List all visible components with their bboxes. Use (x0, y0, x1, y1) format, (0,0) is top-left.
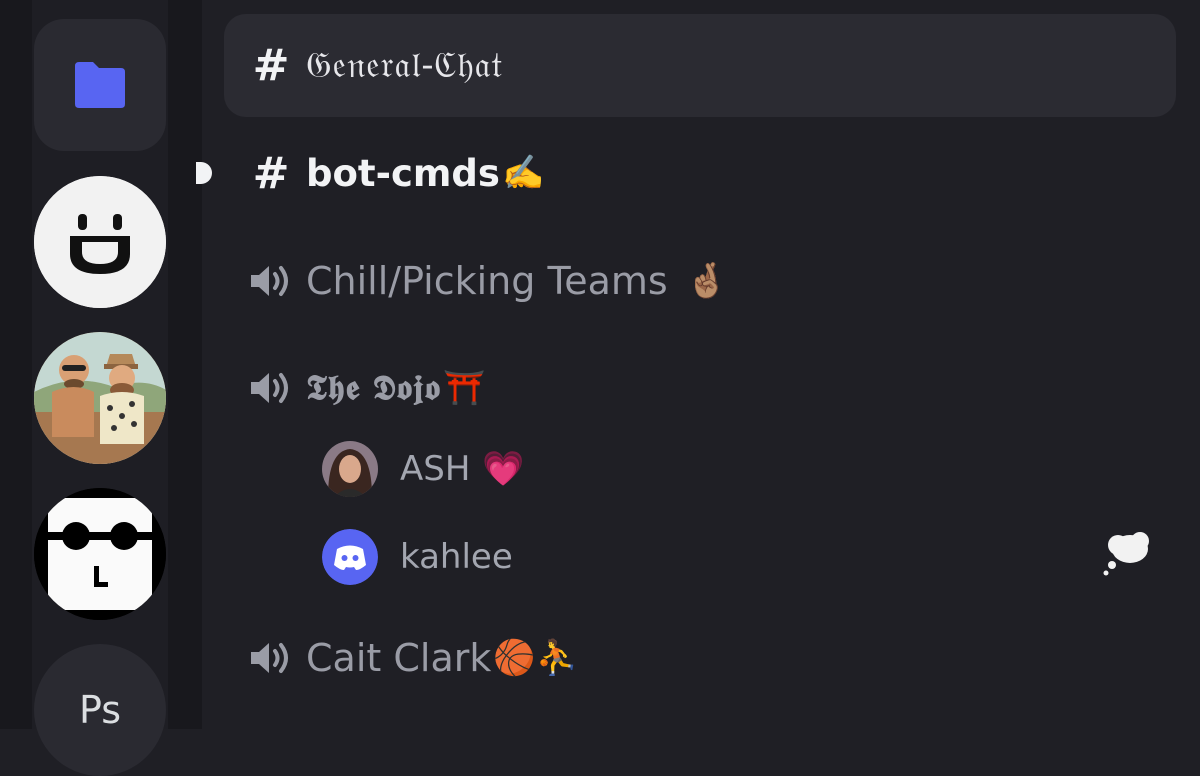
channel-chill-picking-teams[interactable]: Chill/Picking Teams 🤞🏽 (224, 250, 728, 312)
channel-name: 𝔊𝔢𝔫𝔢𝔯𝔞𝔩-ℭ𝔥𝔞𝔱 (306, 44, 504, 86)
illustrated-avatar (34, 332, 166, 464)
server-smile[interactable] (34, 176, 166, 308)
speaker-icon (236, 263, 306, 299)
channel-cait-clark[interactable]: Cait Clark 🏀⛹️ (224, 627, 578, 689)
server-ps-label: Ps (78, 688, 122, 732)
username: ASH (400, 449, 471, 489)
hash-icon: # (252, 40, 290, 91)
unread-indicator (196, 162, 212, 184)
voice-member-kahlee[interactable]: kahlee (322, 529, 513, 585)
server-photo[interactable] (34, 332, 166, 464)
channel-the-dojo[interactable]: 𝕿𝖍𝖊 𝕯𝖔𝖏𝖔 ⛩️ (224, 357, 485, 419)
speaker-icon (236, 640, 306, 676)
channel-emoji: ⛩️ (442, 368, 486, 408)
channel-name: Cait Clark (306, 636, 492, 680)
channel-bot-cmds[interactable]: # bot-cmds ✍️ (224, 143, 545, 203)
channel-emoji: 🏀⛹️ (493, 638, 579, 678)
channel-emoji: ✍️ (501, 153, 545, 193)
server-folder[interactable] (34, 19, 166, 151)
sunglasses-face-icon (34, 488, 166, 620)
channel-name: 𝕿𝖍𝖊 𝕯𝖔𝖏𝖔 (306, 368, 441, 408)
channel-name: Chill/Picking Teams (306, 259, 668, 303)
discord-default-avatar-icon (322, 529, 378, 585)
username: kahlee (400, 537, 513, 577)
channel-general-chat[interactable]: # 𝔊𝔢𝔫𝔢𝔯𝔞𝔩-ℭ𝔥𝔞𝔱 (224, 14, 1176, 117)
folder-icon (75, 62, 125, 108)
smile-face-icon (34, 176, 166, 308)
voice-member-ash[interactable]: ASH 💗 (322, 441, 525, 497)
server-ps[interactable]: Ps (34, 644, 166, 776)
hash-icon: # (252, 147, 290, 199)
user-emoji: 💗 (482, 449, 525, 489)
channel-list: # 𝔊𝔢𝔫𝔢𝔯𝔞𝔩-ℭ𝔥𝔞𝔱 # bot-cmds ✍️ Chill/Picki… (196, 0, 1200, 729)
channel-name: bot-cmds (306, 151, 500, 195)
speaker-icon (236, 370, 306, 406)
server-shades[interactable] (34, 488, 166, 620)
server-rail: Ps (0, 0, 202, 776)
channel-emoji: 🤞🏽 (685, 261, 729, 301)
thought-bubble-icon (1100, 527, 1152, 583)
user-avatar (322, 441, 378, 497)
